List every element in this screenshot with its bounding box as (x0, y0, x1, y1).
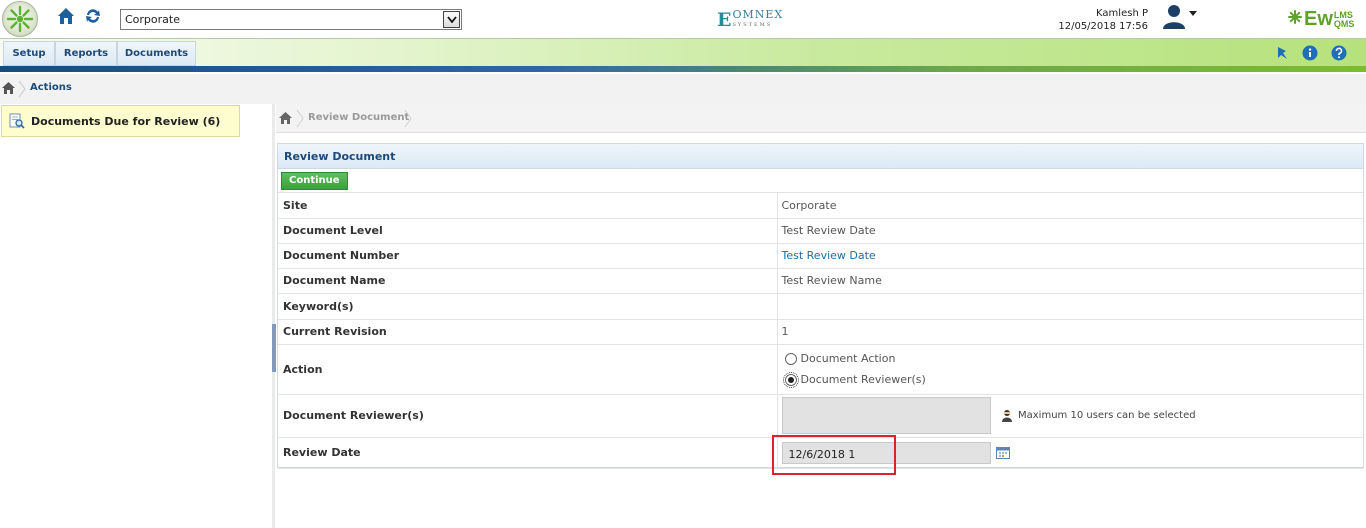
radio-document-reviewers-label: Document Reviewer(s) (800, 373, 926, 386)
form-row-site: Site Corporate (278, 193, 1363, 219)
breadcrumb-separator-icon (18, 80, 26, 98)
user-avatar-icon[interactable] (1160, 2, 1188, 30)
document-name-value: Test Review Name (777, 268, 1363, 294)
form-row-level: Document Level Test Review Date (278, 218, 1363, 244)
user-select-icon[interactable] (1001, 409, 1013, 422)
document-level-value: Test Review Date (777, 218, 1363, 244)
site-value: Corporate (777, 193, 1363, 219)
info-icon[interactable] (1302, 45, 1318, 61)
keywords-label: Keyword(s) (278, 293, 778, 320)
reviewers-hint: Maximum 10 users can be selected (1001, 409, 1196, 422)
radio-document-reviewers-circle[interactable] (782, 371, 799, 388)
form-row-name: Document Name Test Review Name (278, 268, 1363, 294)
omnex-e-icon: E (717, 9, 732, 31)
review-date-input[interactable]: 12/6/2018 1 (781, 441, 991, 464)
breadcrumb: Actions (0, 74, 1366, 104)
reviewers-input[interactable] (781, 397, 991, 434)
document-number-label: Document Number (278, 243, 778, 269)
help-icon[interactable] (1331, 45, 1347, 61)
site-label: Site (278, 193, 778, 219)
action-label: Action (278, 344, 778, 395)
radio-document-action-label: Document Action (800, 352, 896, 365)
content-home-icon[interactable] (279, 112, 292, 124)
user-menu-caret-icon[interactable] (1189, 11, 1197, 16)
radio-document-action-circle[interactable] (784, 352, 797, 365)
continue-button[interactable]: Continue (281, 172, 348, 190)
site-select[interactable]: Corporate (120, 9, 462, 30)
main-nav: Setup Reports Documents (0, 38, 1366, 66)
omnex-sub: SYSTEMS (732, 22, 773, 28)
review-form: Site Corporate Document Level Test Revie… (278, 193, 1363, 469)
sidebar-splitter[interactable] (272, 324, 276, 372)
form-row-action: Action Document Action Document Reviewer… (278, 344, 1364, 395)
document-search-icon (9, 113, 25, 129)
sidebar-item-documents-due[interactable]: Documents Due for Review (6) (1, 105, 240, 137)
breadcrumb-home-icon[interactable] (2, 82, 15, 94)
pin-icon[interactable] (1274, 45, 1290, 61)
ewqms-logo: Ew LMS QMS (1288, 3, 1354, 29)
radio-document-action[interactable]: Document Action (784, 348, 1364, 369)
radio-document-reviewers[interactable]: Document Reviewer(s) (782, 369, 1364, 390)
form-row-number: Document Number Test Review Date (278, 243, 1363, 269)
document-reviewers-label: Document Reviewer(s) (278, 394, 778, 438)
site-select-value: Corporate (125, 13, 180, 26)
breadcrumb-actions[interactable]: Actions (30, 82, 72, 93)
flower-logo-icon (6, 5, 34, 33)
document-level-label: Document Level (278, 218, 778, 244)
top-header: Corporate E OMNEX SYSTEMS Kamlesh P 12/0… (0, 0, 1366, 38)
current-revision-label: Current Revision (278, 319, 778, 345)
document-name-label: Document Name (278, 268, 778, 294)
tab-setup[interactable]: Setup (3, 41, 55, 66)
omnex-logo: E OMNEX SYSTEMS (717, 9, 783, 31)
ew-brand: Ew (1304, 8, 1333, 30)
left-sidebar: Documents Due for Review (6) (0, 104, 275, 528)
current-datetime: 12/05/2018 17:56 (1058, 21, 1148, 32)
user-name: Kamlesh P (1096, 8, 1148, 19)
reviewers-hint-text: Maximum 10 users can be selected (1018, 410, 1196, 421)
header-stripe (0, 66, 1366, 72)
form-row-keywords: Keyword(s) (278, 293, 1363, 320)
current-revision-value: 1 (777, 319, 1363, 345)
form-row-revision: Current Revision 1 (278, 319, 1363, 345)
form-row-reviewers: Document Reviewer(s) Maximum 10 users ca… (278, 394, 1363, 438)
calendar-icon[interactable] (996, 446, 1010, 459)
panel-toolbar: Continue (278, 169, 1363, 193)
panel-title: Review Document (278, 144, 1363, 169)
content-breadcrumb-separator-icon (296, 109, 304, 128)
content-breadcrumb-current: Review Document (308, 112, 410, 123)
flower-small-icon (1288, 10, 1302, 24)
home-icon[interactable] (55, 5, 77, 27)
refresh-icon[interactable] (82, 5, 104, 27)
tab-documents[interactable]: Documents (117, 41, 196, 66)
app-logo[interactable] (2, 1, 38, 37)
form-row-review-date: Review Date 12/6/2018 1 (278, 437, 1363, 469)
content-breadcrumb-end-icon (404, 109, 412, 128)
keywords-value (777, 293, 1363, 320)
ew-bottom: QMS (1333, 19, 1355, 29)
chevron-down-icon[interactable] (443, 11, 460, 28)
sidebar-item-label: Documents Due for Review (6) (31, 114, 221, 128)
document-number-link[interactable]: Test Review Date (782, 249, 876, 262)
review-date-label: Review Date (278, 437, 778, 469)
content-breadcrumb: Review Document (276, 104, 1366, 133)
review-document-panel: Review Document Continue Site Corporate … (277, 143, 1364, 469)
tab-reports[interactable]: Reports (55, 41, 117, 66)
